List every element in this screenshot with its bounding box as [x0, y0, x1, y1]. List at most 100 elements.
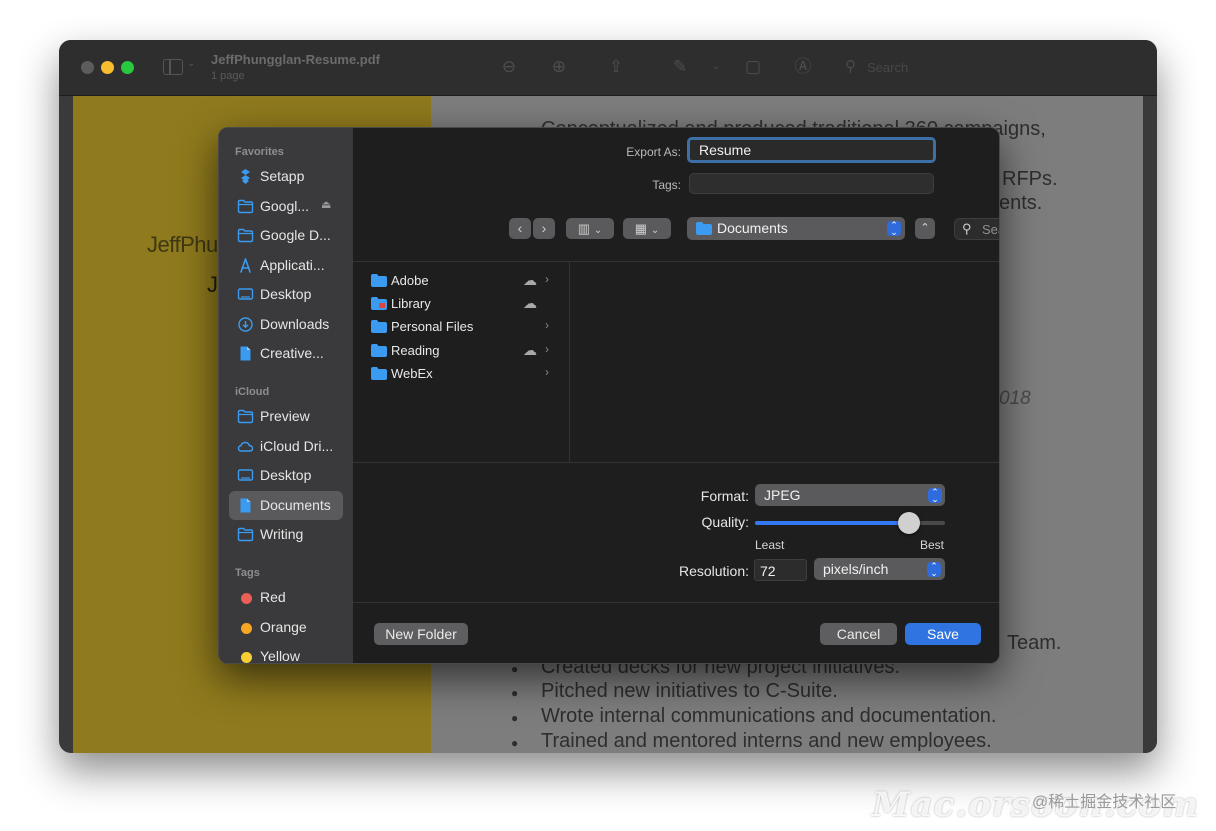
sidebar-tag-orange[interactable]: Orange — [229, 613, 343, 642]
file-name: Reading — [391, 342, 440, 358]
sidebar-item-documents[interactable]: Documents — [229, 490, 343, 520]
quality-max-label: Best — [920, 538, 945, 552]
expand-collapse-button[interactable]: ⌃ — [915, 218, 935, 239]
sidebar-toggle-icon[interactable] — [163, 59, 183, 75]
export-as-value: Resume — [699, 142, 752, 158]
file-name: WebEx — [391, 365, 433, 381]
sidebar-item-icloud-dri[interactable]: iCloud Dri... — [229, 432, 343, 461]
sidebar-item-desktop[interactable]: Desktop — [229, 461, 343, 490]
chevron-down-icon[interactable]: ⌄ — [706, 57, 726, 77]
sidebar-item-desktop[interactable]: Desktop — [229, 280, 343, 309]
sidebar-item-label: iCloud Dri... — [260, 437, 334, 454]
file-row-reading[interactable]: Reading ☁ › — [369, 340, 559, 362]
resume-line: Wrote internal communications and docume… — [541, 705, 997, 727]
column-view-button[interactable]: ▥ ⌄ — [566, 218, 614, 239]
zoom-in-icon[interactable]: ⊕ — [549, 57, 569, 77]
applications-icon — [237, 257, 254, 274]
dialog-search-field[interactable]: ⚲ Search — [954, 218, 999, 240]
markup-pen-icon[interactable]: ✎ — [670, 57, 690, 77]
resume-year-fragment: 018 — [999, 388, 1031, 409]
tags-field[interactable] — [689, 173, 934, 194]
export-as-label: Export As: — [626, 145, 681, 159]
folder-icon — [371, 297, 387, 311]
save-button[interactable]: Save — [905, 623, 981, 645]
chevron-down-icon[interactable]: ⌄ — [187, 58, 195, 69]
sidebar-item-downloads[interactable]: Downloads — [229, 310, 343, 339]
toolbar-search-field[interactable]: ⚲ Search — [839, 56, 1139, 80]
folder-icon — [237, 198, 254, 215]
sidebar-item-setapp[interactable]: Setapp — [229, 162, 343, 191]
eject-icon[interactable]: ⏏ — [321, 198, 331, 211]
location-popup[interactable]: Documents ⌃ ⌄ — [687, 217, 905, 240]
zoom-out-icon[interactable]: ⊖ — [499, 57, 519, 77]
sidebar-tag-red[interactable]: Red — [229, 583, 343, 612]
document-icon — [237, 497, 254, 514]
rotate-icon[interactable]: ▢ — [743, 57, 763, 77]
sidebar-item-googl[interactable]: Googl... ⏏ — [229, 192, 343, 221]
annotate-icon[interactable]: Ⓐ — [793, 57, 813, 77]
quality-label: Quality: — [701, 514, 749, 530]
new-folder-button[interactable]: New Folder — [374, 623, 468, 645]
forward-button[interactable]: › — [533, 218, 555, 239]
sidebar-item-label: Desktop — [260, 467, 312, 483]
sidebar-item-label: Orange — [260, 618, 307, 635]
folder-icon — [371, 320, 387, 334]
document-icon — [237, 345, 254, 362]
close-button[interactable] — [81, 61, 94, 74]
quality-slider-knob[interactable] — [897, 512, 920, 534]
bullet: ● — [511, 736, 519, 750]
cancel-button[interactable]: Cancel — [820, 623, 897, 645]
resume-line: Trained and mentored interns and new emp… — [541, 730, 992, 752]
file-row-webex[interactable]: WebEx › — [369, 363, 559, 385]
share-icon[interactable]: ⇪ — [606, 57, 626, 77]
sidebar-item-label: Writing — [260, 526, 304, 542]
resolution-unit-popup[interactable]: pixels/inch ⌃ ⌄ — [814, 558, 945, 580]
location-value: Documents — [717, 220, 788, 236]
screen: ⌄ JeffPhungglan-Resume.pdf 1 page ⊖ ⊕ ⇪ … — [0, 0, 1216, 831]
back-button[interactable]: ‹ — [509, 218, 531, 239]
folder-icon — [371, 343, 387, 357]
columns-icon: ▥ — [577, 221, 590, 236]
file-name: Personal Files — [391, 319, 474, 335]
icloud-download-icon[interactable]: ☁ — [523, 295, 537, 312]
quality-slider-fill — [755, 521, 909, 525]
favorites-heading: Favorites — [235, 146, 284, 158]
sidebar-item-label: Yellow — [260, 648, 300, 664]
resolution-field[interactable]: 72 — [754, 559, 807, 581]
sidebar-item-google-d[interactable]: Google D... — [229, 221, 343, 250]
dialog-main: Export As: Resume Tags: ‹ › ▥ ⌄ ▦ ⌄ Docu… — [353, 128, 999, 663]
bullet: ● — [511, 711, 519, 725]
format-value: JPEG — [764, 487, 801, 503]
icloud-download-icon[interactable]: ☁ — [523, 272, 537, 289]
resolution-label: Resolution: — [678, 563, 749, 579]
export-as-field[interactable]: Resume — [687, 137, 936, 163]
folder-icon — [371, 366, 387, 380]
file-row-library[interactable]: Library ☁ — [369, 293, 559, 315]
group-view-button[interactable]: ▦ ⌄ — [623, 218, 671, 239]
desktop-icon — [237, 467, 254, 484]
tag-color-dot — [241, 593, 252, 604]
tag-color-dot — [241, 622, 252, 634]
sidebar-item-writing[interactable]: Writing — [229, 520, 343, 549]
sidebar-item-applicati[interactable]: Applicati... — [229, 251, 343, 280]
chevron-down-icon: ⌄ — [593, 225, 603, 236]
stepper-icon: ⌃ ⌄ — [887, 221, 901, 237]
icloud-download-icon[interactable]: ☁ — [523, 342, 537, 359]
sidebar-item-preview[interactable]: Preview — [229, 402, 343, 431]
quality-slider[interactable] — [755, 512, 945, 534]
zoom-button[interactable] — [121, 61, 134, 74]
format-label: Format: — [700, 488, 749, 504]
toolbar-search-placeholder: Search — [867, 60, 909, 75]
sidebar-item-creative[interactable]: Creative... — [229, 339, 343, 368]
format-popup[interactable]: JPEG ⌃ ⌄ — [755, 484, 945, 506]
sidebar-tag-yellow[interactable]: Yellow — [229, 642, 343, 664]
file-browser: Adobe ☁ › Library ☁ Personal Files › Rea… — [353, 261, 999, 463]
dialog-search-placeholder: Search — [982, 222, 999, 237]
file-row-personal-files[interactable]: Personal Files › — [369, 316, 559, 338]
column-divider — [569, 262, 570, 462]
file-row-adobe[interactable]: Adobe ☁ › — [369, 270, 559, 292]
minimize-button[interactable] — [101, 61, 114, 74]
setapp-icon — [237, 168, 254, 185]
downloads-icon — [237, 316, 254, 333]
search-icon: ⚲ — [962, 221, 972, 236]
